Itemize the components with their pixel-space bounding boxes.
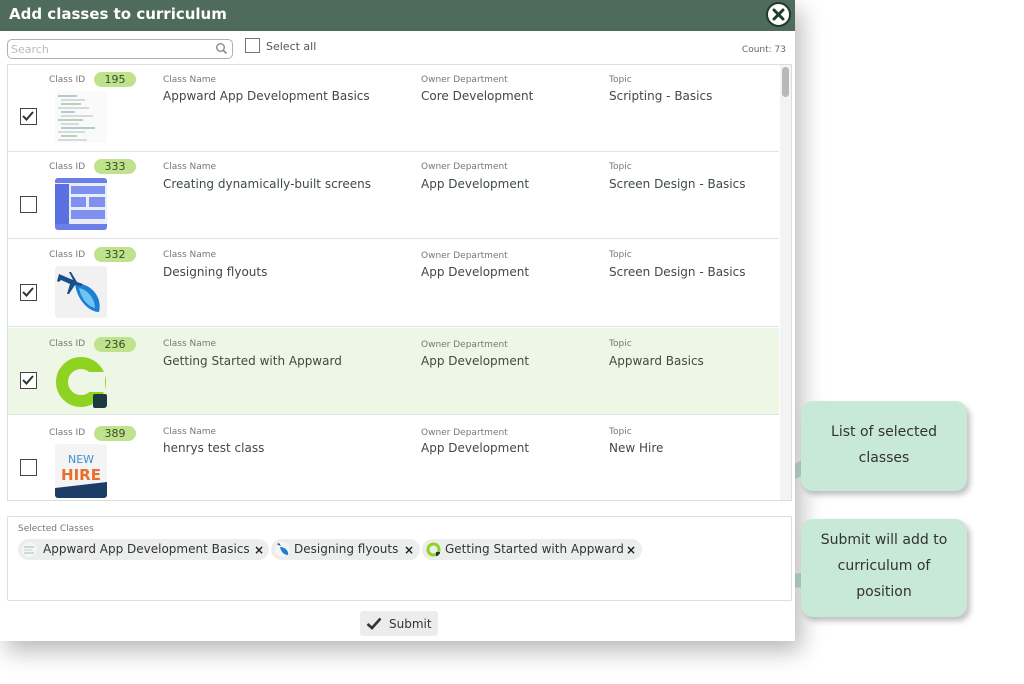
class-id-label: Class ID [49, 250, 86, 260]
row-checkbox[interactable] [20, 372, 37, 389]
class-id-label: Class ID [49, 428, 86, 438]
owner-department: App Development [421, 177, 530, 191]
checkmark-icon [22, 375, 34, 385]
callout-submit: Submit will add to curriculum of positio… [801, 519, 967, 617]
topic: Appward Basics [609, 354, 704, 368]
checkmark-icon [22, 287, 34, 297]
owner-department-label: Owner Department [421, 75, 508, 85]
class-name: Appward App Development Basics [163, 89, 370, 103]
class-thumbnail-screens [55, 178, 107, 230]
remove-chip-icon[interactable]: × [626, 543, 636, 557]
add-classes-dialog: Add classes to curriculum Select all Cou… [0, 0, 795, 641]
class-id-label: Class ID [49, 339, 86, 349]
chip-label: Getting Started with Appward [445, 542, 624, 556]
owner-department: App Development [421, 441, 530, 455]
topic-label: Topic [609, 75, 632, 85]
search-icon [216, 43, 228, 55]
dialog-title: Add classes to curriculum [9, 5, 227, 23]
class-id-badge: 236 [94, 337, 136, 352]
flyout-thumbnail-icon [275, 542, 290, 557]
class-name: Getting Started with Appward [163, 354, 342, 368]
select-all-label: Select all [266, 40, 317, 53]
owner-department-label: Owner Department [421, 162, 508, 172]
select-all-checkbox[interactable] [245, 38, 260, 53]
topic-label: Topic [609, 250, 632, 260]
owner-department-label: Owner Department [421, 340, 508, 350]
class-id-badge: 195 [94, 72, 136, 87]
row-checkbox[interactable] [20, 108, 37, 125]
class-id-badge: 389 [94, 426, 136, 441]
class-id-badge: 333 [94, 159, 136, 174]
class-row[interactable]: Class ID 236 Class Name Getting Started … [8, 328, 779, 415]
appward-logo-icon [426, 542, 441, 557]
checkmark-icon [366, 617, 382, 630]
count-label: Count: 73 [741, 45, 786, 55]
topic: Scripting - Basics [609, 89, 713, 103]
class-row[interactable]: Class ID 195 Class Name Appward App Deve… [8, 65, 779, 152]
class-name-label: Class Name [163, 339, 217, 349]
dialog-titlebar: Add classes to curriculum [0, 0, 795, 31]
topic: New Hire [609, 441, 664, 455]
close-button[interactable] [766, 2, 791, 27]
submit-label: Submit [389, 617, 432, 631]
remove-chip-icon[interactable]: × [254, 543, 264, 557]
class-row[interactable]: Class ID 333 Class Name Creating dynamic… [8, 152, 779, 239]
list-scrollbar[interactable] [780, 65, 791, 500]
search-field[interactable] [7, 39, 233, 59]
chip-label: Designing flyouts [294, 542, 399, 556]
owner-department: App Development [421, 265, 530, 279]
class-name: henrys test class [163, 441, 265, 455]
topic: Screen Design - Basics [609, 265, 746, 279]
class-name-label: Class Name [163, 75, 217, 85]
callout-list-text: List of selected classes [831, 424, 937, 466]
appward-logo-thumbnail [55, 356, 107, 408]
class-name-label: Class Name [163, 162, 217, 172]
topic-label: Topic [609, 339, 632, 349]
row-checkbox[interactable] [20, 284, 37, 301]
chip-label: Appward App Development Basics [43, 542, 250, 556]
selected-chip: Designing flyouts × [271, 539, 420, 560]
class-name-label: Class Name [163, 250, 217, 260]
owner-department: Core Development [421, 89, 534, 103]
search-input[interactable] [11, 42, 211, 56]
close-icon [772, 8, 785, 21]
class-thumbnail-code [55, 91, 107, 143]
new-hire-line2: HIRE [61, 466, 101, 484]
selected-chip: Getting Started with Appward × [422, 539, 642, 560]
class-name: Creating dynamically-built screens [163, 177, 371, 191]
class-name: Designing flyouts [163, 265, 268, 279]
selected-classes-label: Selected Classes [18, 524, 94, 534]
submit-button[interactable]: Submit [360, 611, 438, 636]
selected-classes-panel: Selected Classes Appward App Development… [7, 516, 792, 601]
scrollbar-thumb[interactable] [782, 67, 789, 97]
class-id-label: Class ID [49, 162, 86, 172]
class-row[interactable]: Class ID 389 NEW HIRE Class Name henrys … [8, 416, 779, 500]
callout-selected-list: List of selected classes [801, 401, 967, 491]
owner-department: App Development [421, 354, 530, 368]
class-id-badge: 332 [94, 247, 136, 262]
class-name-label: Class Name [163, 427, 217, 437]
class-thumbnail-flyout [55, 266, 107, 318]
owner-department-label: Owner Department [421, 251, 508, 261]
callout-submit-text: Submit will add to curriculum of positio… [820, 532, 948, 600]
remove-chip-icon[interactable]: × [404, 543, 414, 557]
owner-department-label: Owner Department [421, 428, 508, 438]
stage: Add classes to curriculum Select all Cou… [0, 0, 1024, 684]
new-hire-thumbnail: NEW HIRE [55, 444, 107, 498]
row-checkbox[interactable] [20, 459, 37, 476]
class-row[interactable]: Class ID 332 Class Name Designing flyout… [8, 240, 779, 327]
checkmark-icon [22, 111, 34, 121]
class-list: Class ID 195 Class Name Appward App Deve… [7, 64, 792, 501]
new-hire-line1: NEW [68, 453, 94, 466]
selected-chip: Appward App Development Basics × [18, 539, 269, 560]
topic-label: Topic [609, 427, 632, 437]
topic: Screen Design - Basics [609, 177, 746, 191]
topic-label: Topic [609, 162, 632, 172]
row-checkbox[interactable] [20, 196, 37, 213]
code-thumbnail-icon [22, 542, 37, 557]
class-id-label: Class ID [49, 75, 86, 85]
